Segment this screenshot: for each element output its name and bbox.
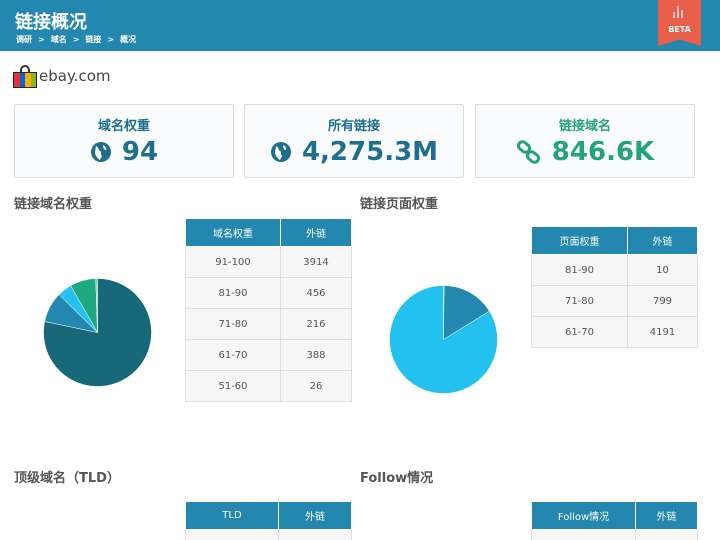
section-title-tld: 顶级域名（TLD）: [14, 471, 120, 486]
table-cell: 3914: [280, 246, 352, 278]
card-label: 域名权重: [97, 119, 150, 134]
section-title-follow: Follow情况: [360, 471, 434, 486]
column-header[interactable]: 页面权重: [531, 226, 628, 255]
table-row: 81-90 456: [185, 277, 352, 309]
breadcrumb-item-current: 概况: [120, 35, 137, 44]
table-cell: 61-70: [185, 339, 281, 371]
table-cell: 388: [280, 339, 352, 371]
domain-rank-table: 域名权重 外链 91-100 3914 81-90 456 71-80 216 61-…: [185, 218, 352, 402]
section-title-domain-rank: 链接域名权重: [14, 197, 93, 212]
page-rank-table: 页面权重 外链 81-90 10 71-80 799 61-70 4191: [531, 226, 698, 348]
page-header: 链接概况 调研 > 域名 > 链接 > 概况 BETA: [0, 0, 720, 51]
breadcrumb-item[interactable]: 链接: [85, 34, 101, 45]
table-row: 51-60 26: [185, 370, 352, 402]
breadcrumb-separator: >: [107, 35, 115, 44]
table-cell: 71-80: [531, 285, 628, 317]
card-value: 94: [121, 137, 159, 167]
table-row: 61-70 4191: [531, 316, 698, 348]
page-rank-pie-chart: [389, 285, 498, 394]
table-cell: 26: [280, 370, 352, 402]
column-header[interactable]: 外链: [635, 501, 698, 530]
table-row: [185, 529, 352, 540]
table-row: 71-80 799: [531, 285, 698, 317]
table-cell: 10: [627, 254, 698, 286]
table-cell: 456: [280, 277, 352, 309]
page-title: 链接概况: [15, 12, 87, 33]
table-row: [531, 529, 698, 540]
beta-label: BETA: [668, 25, 691, 34]
card-value: 846.6K: [551, 137, 655, 167]
column-header[interactable]: TLD: [185, 501, 279, 530]
globe-icon: [270, 142, 291, 162]
table-cell: 799: [627, 285, 698, 317]
table-cell: 81-90: [185, 277, 281, 309]
table-cell: 51-60: [185, 370, 281, 402]
domain-authority-card: 域名权重 94: [14, 104, 234, 178]
table-cell: 4191: [627, 316, 698, 348]
table-row: 61-70 388: [185, 339, 352, 371]
bar-chart-icon: [673, 6, 686, 18]
column-header[interactable]: 外链: [280, 218, 352, 247]
breadcrumb-item[interactable]: 域名: [51, 34, 67, 45]
column-header[interactable]: 外链: [278, 501, 352, 530]
card-value: 4,275.3M: [301, 137, 439, 167]
table-cell: 81-90: [531, 254, 628, 286]
column-header[interactable]: 域名权重: [185, 218, 281, 247]
table-cell: 216: [280, 308, 352, 340]
total-links-card: 所有链接 4,275.3M: [244, 104, 464, 178]
site-identity: ebay.com: [13, 64, 110, 88]
site-domain[interactable]: ebay.com: [39, 67, 110, 85]
card-label: 链接域名: [558, 119, 611, 134]
referring-domains-card: 链接域名 846.6K: [475, 104, 695, 178]
table-cell: 71-80: [185, 308, 281, 340]
section-title-page-rank: 链接页面权重: [360, 197, 439, 212]
table-row: 71-80 216: [185, 308, 352, 340]
table-row: 91-100 3914: [185, 246, 352, 278]
domain-rank-pie-chart: [43, 278, 152, 387]
table-cell: 91-100: [185, 246, 281, 278]
column-header[interactable]: Follow情况: [531, 501, 636, 530]
chain-link-icon: [516, 140, 540, 164]
breadcrumb-item[interactable]: 调研: [16, 34, 32, 45]
tld-table: TLD 外链: [185, 501, 352, 540]
card-label: 所有链接: [327, 119, 380, 134]
breadcrumb: 调研 > 域名 > 链接 > 概况: [16, 34, 136, 45]
shopping-bag-icon: [13, 64, 37, 88]
table-cell: 61-70: [531, 316, 628, 348]
follow-table: Follow情况 外链: [531, 501, 698, 540]
breadcrumb-separator: >: [38, 35, 45, 44]
breadcrumb-separator: >: [72, 35, 80, 44]
globe-icon: [90, 142, 111, 162]
column-header[interactable]: 外链: [627, 226, 698, 255]
table-row: 81-90 10: [531, 254, 698, 286]
beta-badge[interactable]: BETA: [658, 0, 701, 46]
